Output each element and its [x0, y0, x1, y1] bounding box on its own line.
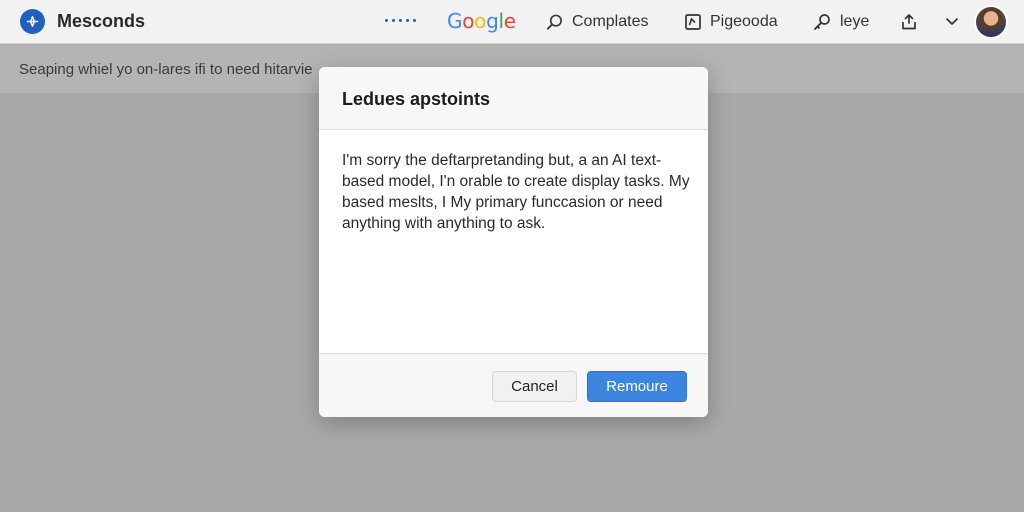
- google-letter: G: [447, 9, 463, 33]
- google-letter: o: [462, 9, 475, 33]
- cancel-button[interactable]: Cancel: [492, 371, 577, 402]
- dialog-title: Ledues apstoints: [342, 89, 491, 109]
- google-letter: g: [486, 9, 499, 33]
- apps-dots-icon[interactable]: [385, 19, 416, 22]
- nav-label-pigeooda: Pigeooda: [710, 13, 778, 30]
- modal-dialog: Ledues apstoints I'm sorry the deftarpre…: [319, 67, 708, 417]
- app-name: Mesconds: [57, 11, 146, 31]
- google-letter: o: [474, 9, 487, 33]
- subbar-text: Seaping whiel yo on-lares ifi to need hi…: [19, 61, 313, 78]
- nav-leye[interactable]: leye: [812, 10, 869, 34]
- compass-icon[interactable]: [20, 9, 45, 34]
- search-icon: [546, 14, 562, 30]
- nav-label-complates: Complates: [572, 13, 649, 30]
- remove-button[interactable]: Remoure: [587, 371, 687, 402]
- nav-label-leye: leye: [840, 13, 870, 30]
- key-icon: [814, 14, 830, 30]
- dialog-footer: Cancel Remoure: [319, 353, 708, 417]
- chevron-down-icon[interactable]: [940, 10, 964, 34]
- dialog-message: I'm sorry the deftarpretanding but, a an…: [342, 152, 690, 232]
- google-logo[interactable]: Google: [447, 9, 516, 33]
- top-bar: Mesconds Google Complates Pigeooda leye: [0, 0, 1024, 44]
- google-letter: e: [503, 9, 516, 33]
- share-icon[interactable]: [897, 10, 921, 34]
- avatar[interactable]: [974, 5, 1008, 39]
- nav-pigeooda[interactable]: Pigeooda: [684, 10, 778, 34]
- image-icon: [685, 14, 701, 30]
- nav-complates[interactable]: Complates: [545, 10, 648, 34]
